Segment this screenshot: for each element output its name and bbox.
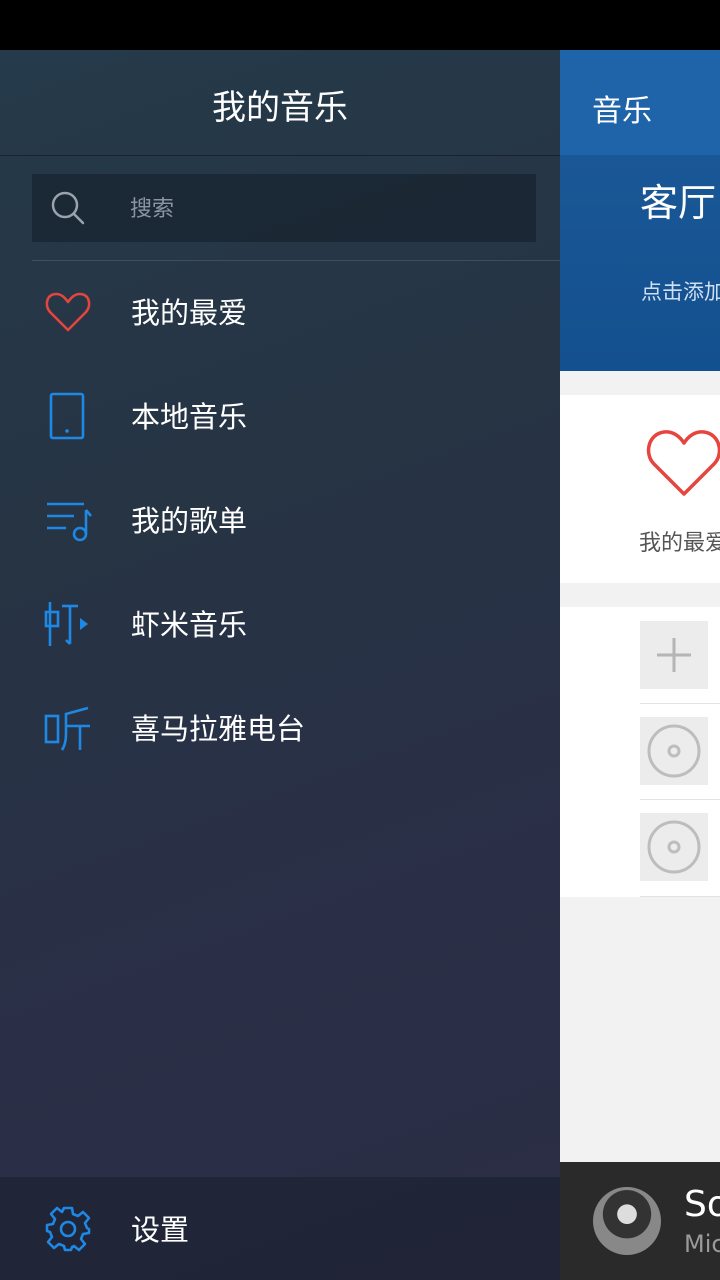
disc-icon bbox=[647, 820, 701, 874]
banner-subtitle: 点击添加 bbox=[641, 280, 720, 304]
playlist-item[interactable] bbox=[640, 717, 708, 785]
menu-label-local-music: 本地音乐 bbox=[131, 400, 248, 434]
playlist-icon bbox=[47, 502, 92, 542]
gear-icon bbox=[45, 1206, 91, 1252]
menu-item-favorites[interactable]: 我的最爱 bbox=[0, 262, 560, 362]
divider bbox=[640, 896, 720, 897]
menu-item-ximalaya[interactable]: 喜马拉雅电台 bbox=[0, 678, 560, 778]
menu-label-xiami: 虾米音乐 bbox=[131, 608, 248, 642]
heart-icon bbox=[646, 430, 720, 496]
divider bbox=[640, 799, 720, 800]
playlist-item[interactable] bbox=[640, 813, 708, 881]
heart-icon bbox=[45, 292, 91, 332]
xiami-icon bbox=[44, 602, 88, 646]
menu-item-local-music[interactable]: 本地音乐 bbox=[0, 366, 560, 466]
menu-item-playlists[interactable]: 我的歌单 bbox=[0, 470, 560, 570]
status-bar bbox=[0, 0, 720, 50]
disc-icon bbox=[647, 724, 701, 778]
settings-button[interactable]: 设置 bbox=[0, 1177, 560, 1280]
settings-label: 设置 bbox=[131, 1213, 190, 1247]
search-icon bbox=[51, 191, 85, 225]
divider bbox=[640, 703, 720, 704]
menu-item-xiami[interactable]: 虾米音乐 bbox=[0, 574, 560, 674]
menu-label-ximalaya: 喜马拉雅电台 bbox=[131, 712, 306, 746]
menu-label-favorites: 我的最爱 bbox=[131, 296, 248, 330]
navigation-drawer: 我的音乐 我的最爱 本地音乐 我的歌单 bbox=[0, 50, 560, 1280]
player-title: So bbox=[684, 1184, 720, 1225]
add-playlist-button[interactable] bbox=[640, 621, 708, 689]
drawer-title: 我的音乐 bbox=[212, 88, 348, 128]
player-artist: Mic bbox=[684, 1230, 720, 1258]
drawer-header: 我的音乐 bbox=[0, 50, 560, 156]
menu-label-playlists: 我的歌单 bbox=[131, 504, 248, 538]
favorite-label: 我的最爱 bbox=[639, 531, 720, 556]
ting-icon bbox=[44, 706, 90, 751]
main-title: 音乐 bbox=[592, 94, 652, 129]
plus-icon bbox=[657, 638, 691, 672]
divider bbox=[32, 260, 560, 261]
search-input[interactable] bbox=[128, 174, 522, 244]
tablet-icon bbox=[49, 392, 85, 440]
search-bar[interactable] bbox=[32, 174, 536, 244]
album-art bbox=[593, 1187, 661, 1255]
banner-title: 客厅 bbox=[640, 181, 717, 225]
